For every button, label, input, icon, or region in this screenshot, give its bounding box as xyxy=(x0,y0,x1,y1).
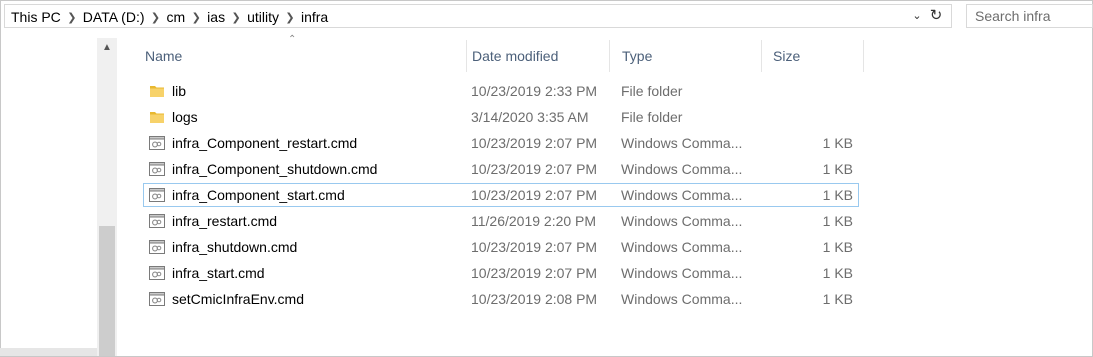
folder-row[interactable]: lib 10/23/2019 2:33 PM File folder xyxy=(143,79,859,103)
file-date-modified: 3/14/2020 3:35 AM xyxy=(471,109,589,125)
file-name: logs xyxy=(172,109,198,125)
file-date-modified: 10/23/2019 2:33 PM xyxy=(471,83,598,99)
cmd-file-icon xyxy=(149,265,165,281)
file-date-modified: 10/23/2019 2:07 PM xyxy=(471,161,598,177)
breadcrumb-item-ias[interactable]: ias xyxy=(207,9,225,25)
breadcrumb-item-infra[interactable]: infra xyxy=(301,9,328,25)
file-row[interactable]: infra_restart.cmd 11/26/2019 2:20 PM Windo… xyxy=(143,209,859,233)
file-row[interactable]: infra_Component_restart.cmd 10/23/2019 2:… xyxy=(143,131,859,155)
file-name: setCmicInfraEnv.cmd xyxy=(172,291,304,307)
file-name: infra_start.cmd xyxy=(172,265,265,281)
search-box[interactable] xyxy=(966,4,1093,28)
chevron-right-icon[interactable]: ❯ xyxy=(279,11,301,24)
file-type: Windows Comma... xyxy=(621,187,743,203)
file-row[interactable]: infra_shutdown.cmd 10/23/2019 2:07 PM Wind… xyxy=(143,235,859,259)
breadcrumb-item-data-drive[interactable]: DATA (D:) xyxy=(83,9,145,25)
file-date-modified: 10/23/2019 2:07 PM xyxy=(471,187,598,203)
column-header-size-label: Size xyxy=(773,48,801,64)
search-input[interactable] xyxy=(975,6,1093,26)
folder-icon xyxy=(149,83,165,99)
file-size: 1 KB xyxy=(822,265,853,281)
column-headers: ⌃ Name Date modified Type Size xyxy=(133,34,865,72)
column-header-name-label: Name xyxy=(145,48,183,64)
folder-icon xyxy=(149,109,165,125)
breadcrumb-item-this-pc[interactable]: This PC xyxy=(11,9,61,25)
column-header-date-label: Date modified xyxy=(472,48,559,64)
column-header-type-label: Type xyxy=(622,48,653,64)
chevron-right-icon[interactable]: ❯ xyxy=(225,11,247,24)
chevron-right-icon[interactable]: ❯ xyxy=(61,11,83,24)
file-name: infra_shutdown.cmd xyxy=(172,239,298,255)
breadcrumb-item-cm[interactable]: cm xyxy=(167,9,186,25)
scroll-up-arrow-icon[interactable]: ▲ xyxy=(97,38,117,58)
file-row[interactable]: setCmicInfraEnv.cmd 10/23/2019 2:08 PM Win… xyxy=(143,287,859,311)
nav-pane-horizontal-scrollbar[interactable] xyxy=(0,348,97,356)
file-name: infra_Component_restart.cmd xyxy=(172,135,358,151)
file-size: 1 KB xyxy=(822,161,853,177)
file-size: 1 KB xyxy=(822,291,853,307)
file-size: 1 KB xyxy=(822,187,853,203)
chevron-down-icon[interactable]: ⌄ xyxy=(910,9,924,23)
column-header-date-modified[interactable]: Date modified xyxy=(460,40,610,72)
file-name: infra_Component_shutdown.cmd xyxy=(172,161,378,177)
cmd-file-icon xyxy=(149,213,165,229)
file-row[interactable]: infra_Component_shutdown.cmd 10/23/2019 2… xyxy=(143,157,859,181)
cmd-file-icon xyxy=(149,239,165,255)
column-header-type[interactable]: Type xyxy=(610,40,762,72)
file-date-modified: 10/23/2019 2:07 PM xyxy=(471,239,598,255)
file-type: Windows Comma... xyxy=(621,265,743,281)
file-date-modified: 10/23/2019 2:08 PM xyxy=(471,291,598,307)
refresh-icon[interactable]: ↻ xyxy=(927,6,945,24)
file-row[interactable]: infra_start.cmd 10/23/2019 2:07 PM Windows… xyxy=(143,261,859,285)
column-header-size[interactable]: Size xyxy=(761,40,864,72)
file-size: 1 KB xyxy=(822,213,853,229)
file-name: lib xyxy=(172,83,187,99)
file-type: File folder xyxy=(621,109,683,125)
file-size: 1 KB xyxy=(822,135,853,151)
chevron-right-icon[interactable]: ❯ xyxy=(185,11,207,24)
file-type: Windows Comma... xyxy=(621,213,743,229)
file-type: Windows Comma... xyxy=(621,239,743,255)
cmd-file-icon xyxy=(149,187,165,203)
file-type: Windows Comma... xyxy=(621,291,743,307)
file-date-modified: 11/26/2019 2:20 PM xyxy=(471,213,597,229)
breadcrumb: This PC ❯ DATA (D:) ❯ cm ❯ ias ❯ utility… xyxy=(11,8,328,26)
cmd-file-icon xyxy=(149,161,165,177)
file-name: infra_restart.cmd xyxy=(172,213,278,229)
chevron-right-icon[interactable]: ❯ xyxy=(145,11,167,24)
folder-row[interactable]: logs 3/14/2020 3:35 AM File folder xyxy=(143,105,859,129)
cmd-file-icon xyxy=(149,135,165,151)
column-header-name[interactable]: Name xyxy=(133,40,467,72)
file-type: Windows Comma... xyxy=(621,161,743,177)
file-row[interactable]: infra_Component_start.cmd 10/23/2019 2:07… xyxy=(143,183,859,207)
file-name: infra_Component_start.cmd xyxy=(172,187,345,203)
file-type: Windows Comma... xyxy=(621,135,743,151)
file-type: File folder xyxy=(621,83,683,99)
file-date-modified: 10/23/2019 2:07 PM xyxy=(471,135,598,151)
nav-pane-scrollbar[interactable]: ▲ xyxy=(97,38,117,356)
scrollbar-thumb[interactable] xyxy=(99,226,115,356)
address-bar[interactable]: This PC ❯ DATA (D:) ❯ cm ❯ ias ❯ utility… xyxy=(4,4,952,28)
file-date-modified: 10/23/2019 2:07 PM xyxy=(471,265,598,281)
file-size: 1 KB xyxy=(822,239,853,255)
cmd-file-icon xyxy=(149,291,165,307)
breadcrumb-item-utility[interactable]: utility xyxy=(247,9,279,25)
